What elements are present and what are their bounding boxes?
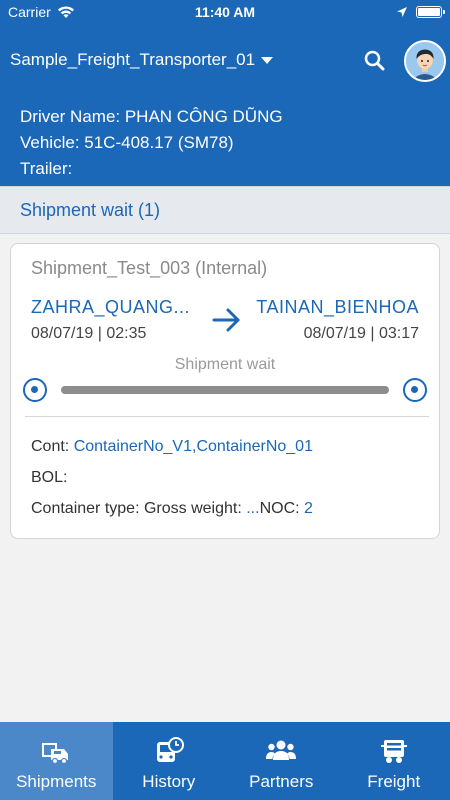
bol-row: BOL: xyxy=(31,469,67,487)
shipment-card[interactable]: Shipment_Test_003 (Internal) ZAHRA_QUANG… xyxy=(10,243,440,539)
origin-datetime: 08/07/19 | 02:35 xyxy=(31,325,147,342)
search-button[interactable] xyxy=(362,48,388,74)
tab-partners[interactable]: Partners xyxy=(225,722,338,800)
caret-down-icon xyxy=(261,56,274,64)
tab-freight[interactable]: Freight xyxy=(338,722,450,800)
destination-datetime: 08/07/19 | 03:17 xyxy=(303,325,419,342)
container-row: Cont: ContainerNo_V1,ContainerNo_01 xyxy=(31,438,313,456)
container-type-label: Container type: xyxy=(31,500,140,517)
status-left: Carrier xyxy=(8,4,75,20)
origin-name: ZAHRA_QUANG... xyxy=(31,297,191,317)
tab-history[interactable]: History xyxy=(113,722,226,800)
bus-clock-icon xyxy=(156,737,184,762)
noc-value: 2 xyxy=(304,500,313,517)
container-value: ContainerNo_V1,ContainerNo_01 xyxy=(73,438,313,455)
driver-info: Driver Name: PHAN CÔNG DŨNG Vehicle: 51C… xyxy=(20,104,283,182)
transporter-selector[interactable]: Sample_Freight_Transporter_01 xyxy=(10,50,274,70)
transporter-name: Sample_Freight_Transporter_01 xyxy=(10,50,256,69)
status-bar: Carrier 11:40 AM xyxy=(0,0,450,24)
carrier-label: Carrier xyxy=(8,4,51,20)
location-arrow-icon xyxy=(397,7,407,17)
section-title: Shipment wait (1) xyxy=(0,186,450,234)
shipment-title: Shipment_Test_003 (Internal) xyxy=(31,258,268,278)
divider xyxy=(25,416,429,417)
bol-label: BOL: xyxy=(31,469,68,486)
container-type-row: Container type: Gross weight: ...NOC: 2 xyxy=(31,500,313,518)
status-right xyxy=(396,6,445,18)
avatar[interactable] xyxy=(404,40,446,82)
battery-icon xyxy=(416,6,445,18)
people-icon xyxy=(266,740,297,760)
noc-label: NOC: xyxy=(259,500,300,517)
wifi-icon xyxy=(57,6,74,18)
gross-weight-label: Gross weight: xyxy=(143,500,242,517)
gross-weight-value: ... xyxy=(246,500,260,517)
truck-icon xyxy=(42,743,69,765)
tab-partners-label: Partners xyxy=(249,772,314,791)
vehicle-info: Vehicle: 51C-408.17 (SM78) xyxy=(20,133,234,152)
tab-shipments[interactable]: Shipments xyxy=(0,722,113,800)
start-point-icon xyxy=(23,378,47,402)
end-point-icon xyxy=(403,378,427,402)
trailer-icon xyxy=(380,740,407,763)
app-header: Sample_Freight_Transporter_01 Driver Nam… xyxy=(0,24,450,186)
trailer-info: Trailer: xyxy=(20,159,73,178)
user-avatar-icon xyxy=(406,42,444,80)
driver-name: Driver Name: PHAN CÔNG DŨNG xyxy=(20,107,283,126)
destination-name: TAINAN_BIENHOA xyxy=(256,297,419,317)
tab-freight-label: Freight xyxy=(367,772,421,791)
bottom-tab-bar: Shipments History Partners Freight xyxy=(0,722,450,800)
progress-track xyxy=(61,386,389,394)
tab-history-label: History xyxy=(142,772,196,791)
container-label: Cont: xyxy=(31,438,70,455)
search-icon xyxy=(364,50,385,71)
shipment-status: Shipment wait xyxy=(174,356,276,373)
arrow-right-icon xyxy=(212,308,240,332)
tab-shipments-label: Shipments xyxy=(16,772,97,791)
